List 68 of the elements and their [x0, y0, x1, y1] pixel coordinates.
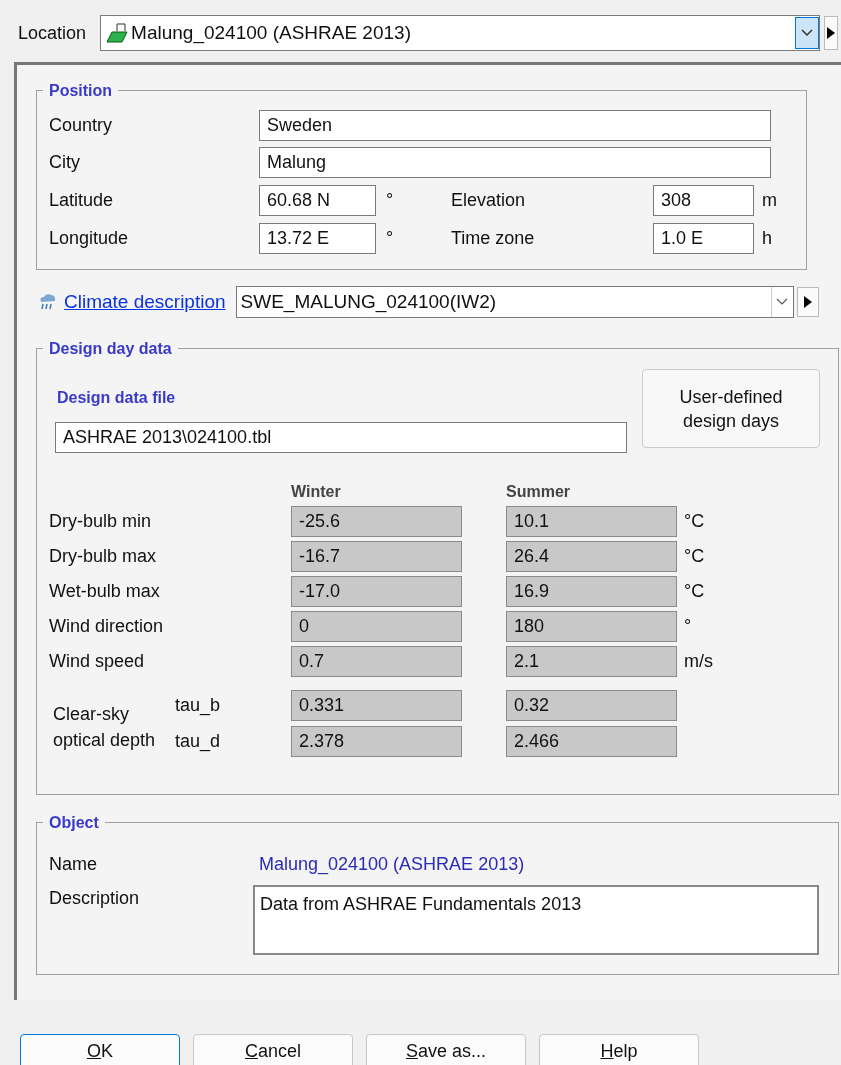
summer-field[interactable]: 10.1: [506, 506, 677, 537]
text-field[interactable]: Malung: [259, 147, 771, 178]
description-field[interactable]: Data from ASHRAE Fundamentals 2013: [253, 885, 819, 955]
winter-field[interactable]: 0: [291, 611, 462, 642]
text-field[interactable]: Sweden: [259, 110, 771, 141]
unit-label: h: [761, 226, 772, 250]
climate-value: SWE_MALUNG_024100(IW2): [240, 289, 498, 315]
play-icon: [803, 296, 812, 308]
row-label: Dry-bulb max: [49, 545, 158, 568]
field-label: Longitude: [49, 226, 130, 250]
unit-label: °: [385, 226, 395, 250]
summer-field[interactable]: 16.9: [506, 576, 677, 607]
field-label: Time zone: [451, 226, 536, 250]
object-name: Malung_024100 (ASHRAE 2013): [259, 852, 525, 877]
dialog-button[interactable]: Cancel: [193, 1034, 353, 1065]
unit-label: °: [385, 188, 395, 212]
text-field[interactable]: 308: [653, 184, 754, 216]
field-label: City: [49, 151, 81, 174]
dialog-button[interactable]: Save as...: [366, 1034, 526, 1065]
unit-label: °C: [684, 580, 705, 603]
unit-label: °: [684, 615, 692, 638]
winter-field[interactable]: 2.378: [291, 725, 462, 757]
summer-field[interactable]: 2.1: [506, 646, 677, 677]
optical-depth-label: Clear-sky optical depth: [53, 703, 157, 752]
row-label: Wind direction: [49, 615, 165, 638]
column-header: Winter: [291, 482, 342, 502]
design-file-label: Design data file: [57, 388, 177, 408]
play-icon: [827, 27, 836, 39]
column-header: Summer: [506, 482, 571, 502]
row-label: tau_d: [175, 729, 222, 754]
climate-dropdown[interactable]: SWE_MALUNG_024100(IW2): [235, 286, 794, 318]
unit-label: m/s: [684, 650, 713, 673]
design-file-field[interactable]: ASHRAE 2013\024100.tbl: [55, 422, 627, 453]
location-dropdown[interactable]: Malung_024100 (ASHRAE 2013): [100, 15, 821, 51]
arrow-button[interactable]: [796, 287, 819, 317]
winter-field[interactable]: -16.7: [291, 541, 462, 572]
text-field[interactable]: 60.68 N: [259, 184, 376, 216]
unit-label: m: [761, 188, 777, 212]
text-field[interactable]: 1.0 E: [653, 222, 754, 254]
summer-field[interactable]: 2.466: [506, 725, 677, 757]
winter-field[interactable]: -25.6: [291, 506, 462, 537]
field-label: Description: [49, 887, 141, 910]
location-label: Location: [18, 21, 87, 45]
field-label: Country: [49, 114, 114, 137]
summer-field[interactable]: 0.32: [506, 689, 677, 721]
unit-label: °C: [684, 545, 705, 568]
climate-description-link[interactable]: Climate description: [64, 287, 226, 317]
winter-field[interactable]: 0.331: [291, 689, 462, 721]
row-label: tau_b: [175, 693, 222, 718]
row-label: Wet-bulb max: [49, 580, 161, 603]
text-field[interactable]: 13.72 E: [259, 222, 376, 254]
field-label: Name: [49, 852, 98, 876]
row-label: Wind speed: [49, 650, 146, 673]
dialog-button[interactable]: Help: [539, 1034, 699, 1065]
field-label: Elevation: [451, 188, 527, 212]
rain-cloud-icon: [38, 293, 58, 311]
winter-field[interactable]: 0.7: [291, 646, 462, 677]
map-icon: [105, 22, 130, 44]
summer-field[interactable]: 26.4: [506, 541, 677, 572]
field-label: Latitude: [49, 188, 115, 212]
winter-field[interactable]: -17.0: [291, 576, 462, 607]
location-value: Malung_024100 (ASHRAE 2013): [131, 20, 412, 46]
unit-label: °C: [684, 510, 705, 533]
user-defined-design-days-button[interactable]: User-defined design days: [642, 369, 820, 448]
arrow-button[interactable]: [824, 16, 839, 50]
dialog-button[interactable]: OK: [20, 1034, 180, 1065]
summer-field[interactable]: 180: [506, 611, 677, 642]
row-label: Dry-bulb min: [49, 510, 153, 533]
